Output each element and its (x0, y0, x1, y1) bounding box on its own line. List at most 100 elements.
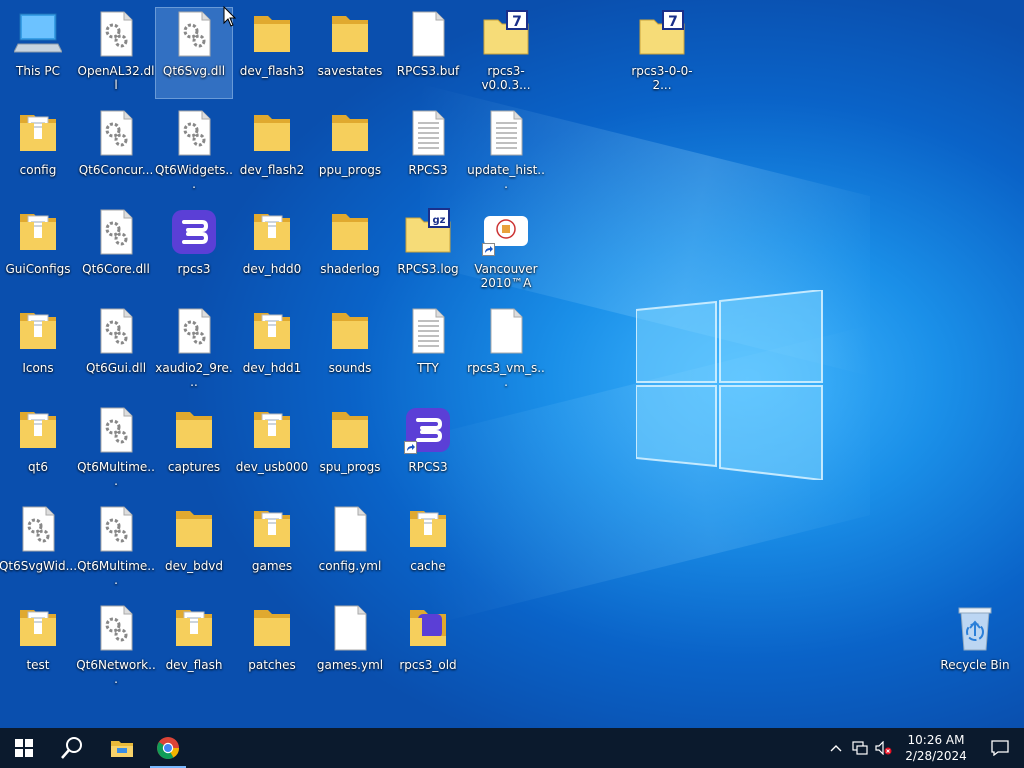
folder-icon (248, 604, 296, 652)
desktop-icon-cache[interactable]: cache (390, 503, 466, 593)
taskbar-chrome[interactable] (146, 728, 190, 768)
folder-doc-icon (14, 109, 62, 157)
desktop-icon-qt6[interactable]: qt6 (0, 404, 76, 494)
desktop-icon-label: rpcs3 (177, 262, 211, 276)
shortcut-arrow-icon (482, 243, 495, 256)
desktop-icon-label: cache (410, 559, 446, 573)
volume-muted-icon (875, 741, 892, 755)
desktop-icon-qt6svgwid[interactable]: Qt6SvgWid... (0, 503, 78, 593)
desktop-icon-qt6core-dll[interactable]: Qt6Core.dll (78, 206, 154, 296)
desktop-icon-rpcs3-buf[interactable]: RPCS3.buf (390, 8, 466, 98)
desktop-icon-label: patches (248, 658, 296, 672)
taskbar-file-explorer[interactable] (98, 728, 146, 768)
desktop-icon-games[interactable]: games (234, 503, 310, 593)
desktop-icon-dev-usb000[interactable]: dev_usb000 (234, 404, 310, 494)
svg-text:gz: gz (433, 215, 446, 226)
text-icon (404, 109, 452, 157)
desktop-icon-label: xaudio2_9re... (155, 361, 233, 389)
desktop-icon-qt6multime[interactable]: Qt6Multime... (77, 503, 155, 593)
desktop-icon-games-yml[interactable]: games.yml (312, 602, 388, 692)
desktop-icon-qt6gui-dll[interactable]: Qt6Gui.dll (78, 305, 154, 395)
network-tray-button[interactable] (848, 728, 872, 768)
desktop-icon-label: update_hist... (467, 163, 545, 191)
desktop-icon-rpcs3[interactable]: RPCS3 (390, 404, 466, 494)
desktop-icon-label: Qt6SvgWid... (0, 559, 78, 573)
file-icon (326, 604, 374, 652)
folder-doc-icon (14, 406, 62, 454)
desktop-icon-savestates[interactable]: savestates (312, 8, 388, 98)
desktop-icon-rpcs3-vm-s[interactable]: rpcs3_vm_s... (467, 305, 545, 395)
desktop-icon-rpcs3-v0-0-3[interactable]: 7 rpcs3-v0.0.3... (468, 8, 544, 98)
desktop-icon-this-pc[interactable]: This PC (0, 8, 76, 98)
desktop-icon-qt6multime[interactable]: Qt6Multime... (77, 404, 155, 494)
desktop-icon-label: Qt6Concur... (78, 163, 154, 177)
text-icon (482, 109, 530, 157)
desktop-icon-label: Qt6Multime... (77, 559, 155, 587)
desktop-icon-qt6svg-dll[interactable]: Qt6Svg.dll (155, 7, 233, 99)
show-hidden-icons-button[interactable] (824, 728, 848, 768)
desktop-icon-dev-hdd0[interactable]: dev_hdd0 (234, 206, 310, 296)
desktop-icon-label: dev_hdd1 (242, 361, 302, 375)
chevron-up-icon (830, 745, 842, 752)
folder-doc-icon (14, 208, 62, 256)
desktop-icon-guiconfigs[interactable]: GuiConfigs (0, 206, 76, 296)
desktop-icon-label: sounds (328, 361, 372, 375)
desktop-icon-rpcs3[interactable]: rpcs3 (156, 206, 232, 296)
desktop-icon-update-hist[interactable]: update_hist... (467, 107, 545, 197)
desktop-icon-label: Icons (22, 361, 54, 375)
desktop-icon-label: rpcs3_old (399, 658, 457, 672)
desktop-icon-ppu-progs[interactable]: ppu_progs (312, 107, 388, 197)
desktop-icon-qt6concur[interactable]: Qt6Concur... (78, 107, 154, 197)
start-button[interactable] (0, 728, 48, 768)
dll-icon (170, 10, 218, 58)
desktop-icon-icons[interactable]: Icons (0, 305, 76, 395)
desktop-icon-dev-flash[interactable]: dev_flash (156, 602, 232, 692)
desktop-icon-openal32-dll[interactable]: OpenAL32.dll (78, 8, 154, 98)
desktop-icon-label: ppu_progs (318, 163, 382, 177)
dll-icon (92, 604, 140, 652)
clock[interactable]: 10:26 AM 2/28/2024 (896, 732, 976, 764)
desktop-icon-vancouver-2010-a[interactable]: Vancouver 2010™A (468, 206, 544, 296)
desktop-icon-recycle-bin[interactable]: Recycle Bin (937, 602, 1013, 692)
desktop-icon-dev-hdd1[interactable]: dev_hdd1 (234, 305, 310, 395)
archive7z-icon: 7 (482, 10, 530, 58)
desktop-icon-label: rpcs3-v0.0.3... (481, 64, 531, 92)
dll-icon (92, 406, 140, 454)
dll-icon (92, 10, 140, 58)
desktop-icon-qt6network[interactable]: Qt6Network... (76, 602, 156, 692)
desktop-icon-rpcs3-old[interactable]: rpcs3_old (390, 602, 466, 692)
desktop-icon-xaudio2-9re[interactable]: xaudio2_9re... (155, 305, 233, 395)
desktop-icon-label: dev_flash (165, 658, 223, 672)
file-explorer-icon (111, 741, 133, 757)
action-center-button[interactable] (976, 728, 1024, 768)
desktop-icon-spu-progs[interactable]: spu_progs (312, 404, 388, 494)
desktop-icon-dev-flash3[interactable]: dev_flash3 (234, 8, 310, 98)
desktop-icon-label: test (26, 658, 50, 672)
desktop-icon-dev-flash2[interactable]: dev_flash2 (234, 107, 310, 197)
desktop-icon-rpcs3-log[interactable]: gz RPCS3.log (390, 206, 466, 296)
desktop-icon-config[interactable]: config (0, 107, 76, 197)
pc-icon (14, 10, 62, 58)
desktop-icon-captures[interactable]: captures (156, 404, 232, 494)
folder-icon (170, 406, 218, 454)
desktop-icon-label: Recycle Bin (940, 658, 1010, 672)
svg-text:7: 7 (668, 14, 678, 30)
desktop-icon-rpcs3-0-0-2[interactable]: 7 rpcs3-0-0-2... (624, 8, 700, 98)
desktop-icon-qt6widgets[interactable]: Qt6Widgets... (155, 107, 233, 197)
desktop-icon-shaderlog[interactable]: shaderlog (312, 206, 388, 296)
desktop-icon-test[interactable]: test (0, 602, 76, 692)
desktop-icon-label: RPCS3.buf (396, 64, 460, 78)
desktop-icon-dev-bdvd[interactable]: dev_bdvd (156, 503, 232, 593)
desktop[interactable]: This PC OpenAL32.dll Qt6Svg.dll dev_flash3 s… (0, 0, 1024, 728)
desktop-icon-tty[interactable]: TTY (390, 305, 466, 395)
game-shortcut-icon (482, 208, 530, 256)
search-button[interactable] (48, 728, 96, 768)
desktop-icon-sounds[interactable]: sounds (312, 305, 388, 395)
desktop-icon-config-yml[interactable]: config.yml (312, 503, 388, 593)
network-icon (852, 741, 868, 755)
desktop-icon-label: RPCS3 (408, 460, 448, 474)
volume-tray-button[interactable] (872, 728, 896, 768)
desktop-icon-label: config.yml (318, 559, 382, 573)
desktop-icon-rpcs3[interactable]: RPCS3 (390, 107, 466, 197)
desktop-icon-patches[interactable]: patches (234, 602, 310, 692)
